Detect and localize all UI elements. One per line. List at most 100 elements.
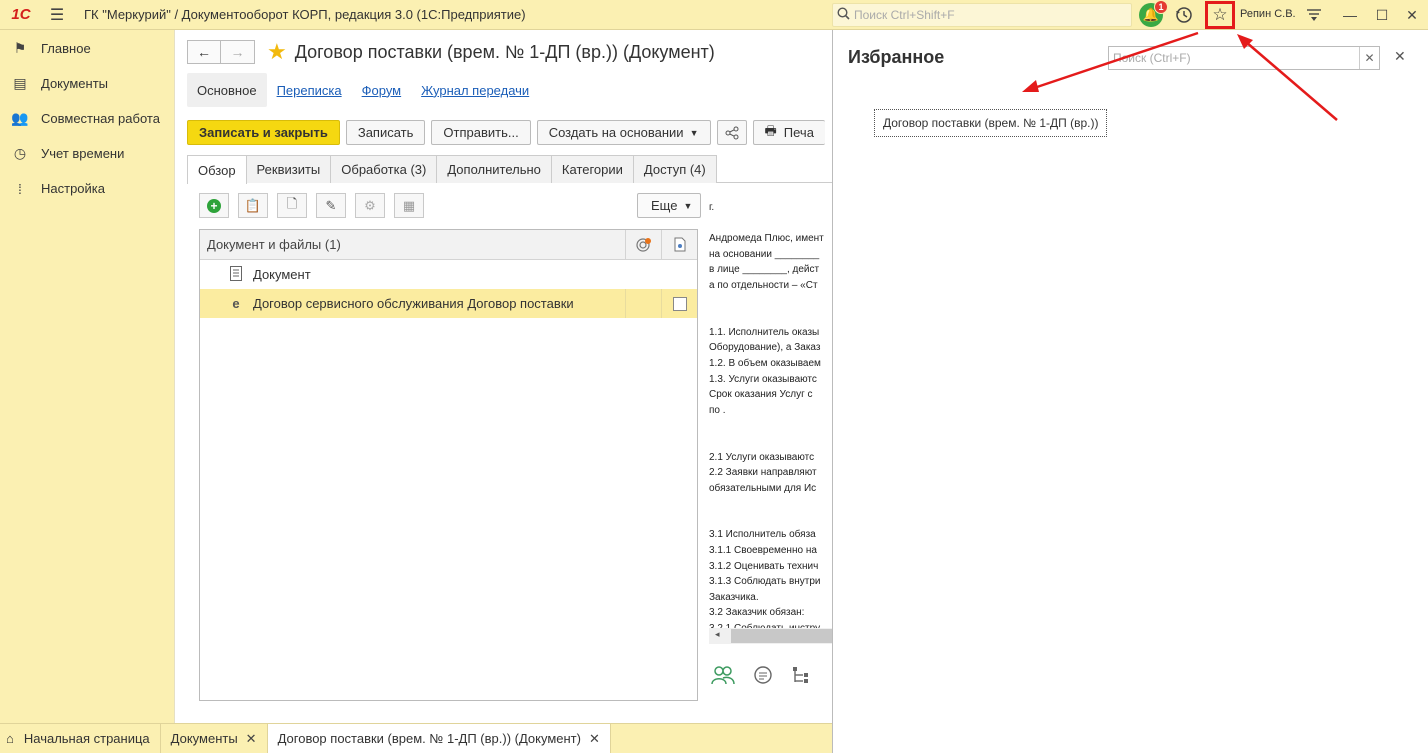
- sidebar-item-label: Документы: [41, 76, 109, 91]
- task-label: Начальная страница: [23, 731, 150, 746]
- preview-line: 1.2. В объем оказываем: [709, 357, 821, 369]
- users-icon: 👥: [11, 110, 29, 126]
- app-logo: 1С: [11, 6, 31, 23]
- tab-requisites[interactable]: Реквизиты: [245, 155, 332, 183]
- send-button[interactable]: Отправить...: [431, 120, 531, 145]
- preview-line: г.: [709, 202, 715, 213]
- signature-column-icon[interactable]: [625, 229, 661, 260]
- preview-line: [709, 216, 833, 232]
- notifications-badge: 1: [1154, 0, 1168, 14]
- forward-arrow-icon[interactable]: →: [221, 40, 255, 64]
- scroll-left-icon[interactable]: ◂: [715, 629, 720, 640]
- row-signature-cell: [625, 289, 661, 318]
- clock-icon: ◷: [13, 145, 27, 161]
- document-preview: г. Андромеда Плюс, имент на основании __…: [709, 200, 833, 645]
- task-label: Документы: [170, 731, 238, 746]
- subtab-main[interactable]: Основное: [187, 73, 267, 107]
- scan-file-icon[interactable]: ⚙: [355, 193, 385, 218]
- chevron-down-icon: ▼: [683, 200, 693, 211]
- row-checkbox-cell: [661, 289, 697, 318]
- file-column-icon[interactable]: [661, 229, 697, 260]
- sidebar-item-settings[interactable]: ⁞ Настройка: [0, 171, 174, 206]
- close-window-icon[interactable]: ✕: [1400, 4, 1424, 26]
- main-menu-icon[interactable]: ☰: [42, 0, 72, 30]
- preview-line: 2.1 Услуги оказываютс: [709, 451, 815, 463]
- preview-line: [709, 434, 833, 450]
- preview-line: 2.2 Заявки направляют: [709, 467, 817, 479]
- clear-search-icon[interactable]: ✕: [1359, 47, 1379, 69]
- share-icon[interactable]: [716, 120, 747, 145]
- comments-icon[interactable]: [753, 665, 773, 690]
- edit-file-icon[interactable]: ✎: [316, 193, 346, 218]
- sidebar-item-time-tracking[interactable]: ◷ Учет времени: [0, 136, 174, 171]
- favorite-item[interactable]: Договор поставки (врем. № 1-ДП (вр.)): [874, 109, 1108, 137]
- barcode-icon[interactable]: ▦: [394, 193, 424, 218]
- global-search-input[interactable]: Поиск Ctrl+Shift+F: [832, 3, 1132, 27]
- tab-categories[interactable]: Категории: [550, 155, 634, 183]
- more-button[interactable]: Еще ▼: [637, 193, 702, 218]
- open-windows-bar: ⌂ Начальная страница Документы ✕ Договор…: [0, 723, 832, 753]
- task-documents[interactable]: Документы ✕: [161, 723, 268, 753]
- close-tab-icon[interactable]: ✕: [246, 731, 257, 747]
- files-table: Документ и файлы (1) Документ e Договор …: [199, 229, 698, 701]
- preview-line: на основании ________: [709, 248, 820, 260]
- favorites-star-icon[interactable]: ☆: [1205, 1, 1235, 29]
- more-label: Еще: [651, 198, 678, 213]
- tab-processing[interactable]: Обработка (3): [330, 155, 438, 183]
- save-button[interactable]: Записать: [345, 120, 426, 145]
- favorites-search-input[interactable]: Поиск (Ctrl+F) ✕: [1108, 46, 1380, 70]
- print-button[interactable]: 🖶 Печа: [752, 120, 825, 145]
- user-name[interactable]: Репин С.В.: [1240, 8, 1296, 20]
- preview-horizontal-scrollbar[interactable]: ◂: [709, 628, 833, 644]
- sidebar-item-collaboration[interactable]: 👥 Совместная работа: [0, 101, 174, 136]
- task-home[interactable]: ⌂ Начальная страница: [0, 723, 161, 753]
- maximize-icon[interactable]: ☐: [1370, 4, 1394, 26]
- scrollbar-thumb[interactable]: [731, 629, 833, 643]
- filter-menu-icon[interactable]: [1302, 4, 1326, 26]
- document-form: ← → ★ Договор поставки (врем. № 1-ДП (вр…: [174, 30, 833, 723]
- minimize-icon[interactable]: —: [1338, 4, 1362, 26]
- create-based-on-button[interactable]: Создать на основании ▼: [536, 120, 711, 145]
- save-and-close-button[interactable]: Записать и закрыть: [187, 120, 340, 145]
- add-file-icon[interactable]: +: [199, 193, 229, 218]
- sidebar-item-documents[interactable]: ▤ Документы: [0, 66, 174, 101]
- close-tab-icon[interactable]: ✕: [589, 731, 600, 747]
- preview-line: по .: [709, 404, 726, 416]
- task-current-document[interactable]: Договор поставки (врем. № 1-ДП (вр.)) (Д…: [267, 723, 611, 753]
- participants-icon[interactable]: [711, 665, 735, 690]
- tab-access[interactable]: Доступ (4): [632, 155, 717, 183]
- history-icon[interactable]: [1173, 4, 1195, 26]
- table-row[interactable]: e Договор сервисного обслуживания Догово…: [200, 289, 697, 318]
- notifications-bell-icon[interactable]: 🔔 1: [1139, 0, 1168, 27]
- tab-overview[interactable]: Обзор: [187, 155, 247, 184]
- preview-line: 3.1.3 Соблюдать внутри: [709, 576, 821, 588]
- subtab-forum[interactable]: Форум: [352, 73, 412, 107]
- structure-icon[interactable]: [791, 665, 811, 690]
- tab-additional[interactable]: Дополнительно: [436, 155, 552, 183]
- chevron-down-icon: ▼: [689, 127, 699, 138]
- form-toolbar: Записать и закрыть Записать Отправить...…: [187, 120, 825, 145]
- search-icon: [837, 7, 850, 23]
- paste-file-icon[interactable]: 📋: [238, 193, 268, 218]
- subtab-transfer-log[interactable]: Журнал передачи: [411, 73, 539, 107]
- browser-file-icon: e: [232, 296, 240, 311]
- subtab-correspondence[interactable]: Переписка: [267, 73, 352, 107]
- preview-line: 3.1.2 Оценивать технич: [709, 560, 819, 572]
- preview-line: а по отдельности – «Ст: [709, 279, 818, 291]
- table-row[interactable]: Документ: [200, 260, 697, 289]
- create-based-on-label: Создать на основании: [548, 125, 684, 140]
- preview-line: [709, 294, 833, 310]
- app-title: ГК "Меркурий" / Документооборот КОРП, ре…: [84, 7, 526, 22]
- files-toolbar: + 📋 🗋 ✎ ⚙ ▦: [199, 193, 424, 218]
- sidebar-item-main[interactable]: ⚑ Главное: [0, 31, 174, 66]
- preview-line: [709, 496, 833, 512]
- close-panel-icon[interactable]: ✕: [1394, 48, 1406, 65]
- back-arrow-icon[interactable]: ←: [187, 40, 221, 64]
- files-column-header[interactable]: Документ и файлы (1): [200, 237, 625, 252]
- new-file-icon[interactable]: 🗋: [277, 193, 307, 218]
- row-checkbox[interactable]: [672, 296, 687, 311]
- documents-icon: ▤: [13, 75, 27, 91]
- preview-line: Андромеда Плюс, имент: [709, 233, 824, 245]
- favorite-star-icon[interactable]: ★: [267, 39, 287, 65]
- sidebar: ⚑ Главное ▤ Документы 👥 Совместная работ…: [0, 30, 174, 723]
